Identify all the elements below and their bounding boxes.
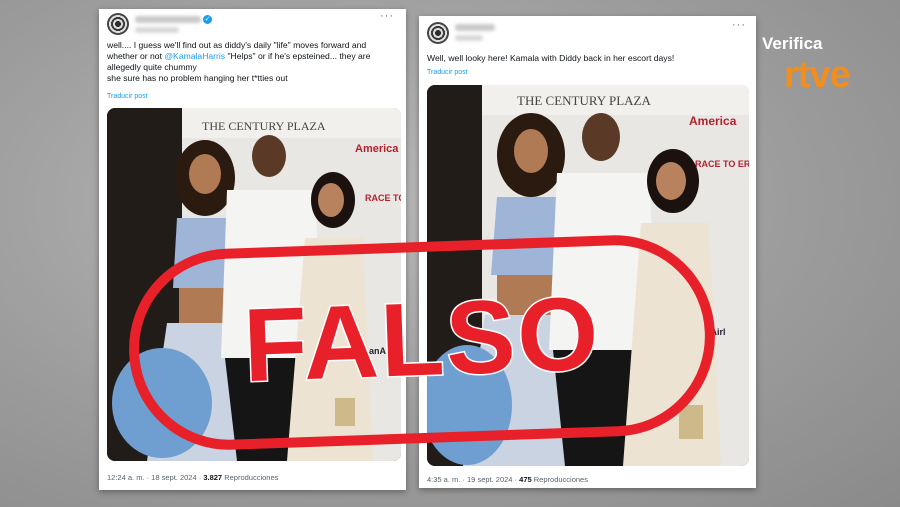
- view-count: 3.827: [203, 473, 223, 482]
- blurred-handle: [455, 35, 483, 41]
- avatar-icon[interactable]: [107, 13, 129, 35]
- translate-post-link[interactable]: Traducir post: [107, 93, 148, 100]
- verified-badge-icon: ✓: [203, 15, 212, 24]
- post-timestamp[interactable]: 4:35 a. m. · 19 sept. 2024 ·: [427, 475, 517, 484]
- logo-rtve-text: rtve: [784, 54, 851, 96]
- logo-verifica-text: Verifica: [762, 34, 823, 53]
- tweet-text: Well, well looky here! Kamala with Diddy…: [427, 53, 675, 63]
- photo-sign-text-2: RACE TO ERASE MS: [695, 159, 749, 169]
- photo-illustration: THE CENTURY PLAZA America RACE TO ERASE …: [107, 108, 401, 461]
- blurred-username[interactable]: [455, 24, 495, 31]
- photo-sign-text: America: [689, 114, 737, 128]
- mention-link[interactable]: @KamalaHarris: [164, 51, 225, 61]
- tweet-text: well.... I guess we'll find out as diddy…: [107, 40, 371, 83]
- post-meta: 4:35 a. m. · 19 sept. 2024 · 475 Reprodu…: [427, 475, 588, 484]
- blurred-username[interactable]: [135, 16, 201, 23]
- photo-banner-text: THE CENTURY PLAZA: [517, 93, 651, 108]
- right-post-card: ··· Well, well looky here! Kamala with D…: [419, 16, 756, 488]
- post-timestamp[interactable]: 12:24 a. m. · 18 sept. 2024 ·: [107, 473, 201, 482]
- photo-illustration: THE CENTURY PLAZA America RACE TO ERASE …: [427, 85, 749, 466]
- view-label: Reproducciones: [533, 475, 588, 484]
- verifica-rtve-logo: Verifica rtve: [762, 34, 874, 104]
- left-post-card: ✓ ··· well.... I guess we'll find out as…: [99, 9, 406, 490]
- photo-banner-text: THE CENTURY PLAZA: [202, 119, 326, 133]
- blurred-handle: [135, 27, 179, 33]
- photo-sign-text-3: anAirl: [369, 346, 395, 356]
- more-options-icon[interactable]: ···: [732, 19, 746, 31]
- avatar-icon[interactable]: [427, 22, 449, 44]
- photo-sign-text-2: RACE TO ERASE MS: [365, 193, 401, 203]
- post-photo[interactable]: THE CENTURY PLAZA America RACE TO ERASE …: [427, 85, 749, 466]
- photo-sign-text: America: [355, 143, 399, 155]
- post-meta: 12:24 a. m. · 18 sept. 2024 · 3.827 Repr…: [107, 473, 278, 482]
- view-label: Reproducciones: [224, 473, 279, 482]
- view-count: 475: [519, 475, 532, 484]
- translate-post-link[interactable]: Traducir post: [427, 69, 468, 76]
- more-options-icon[interactable]: ···: [380, 10, 394, 22]
- post-photo[interactable]: THE CENTURY PLAZA America RACE TO ERASE …: [107, 108, 401, 461]
